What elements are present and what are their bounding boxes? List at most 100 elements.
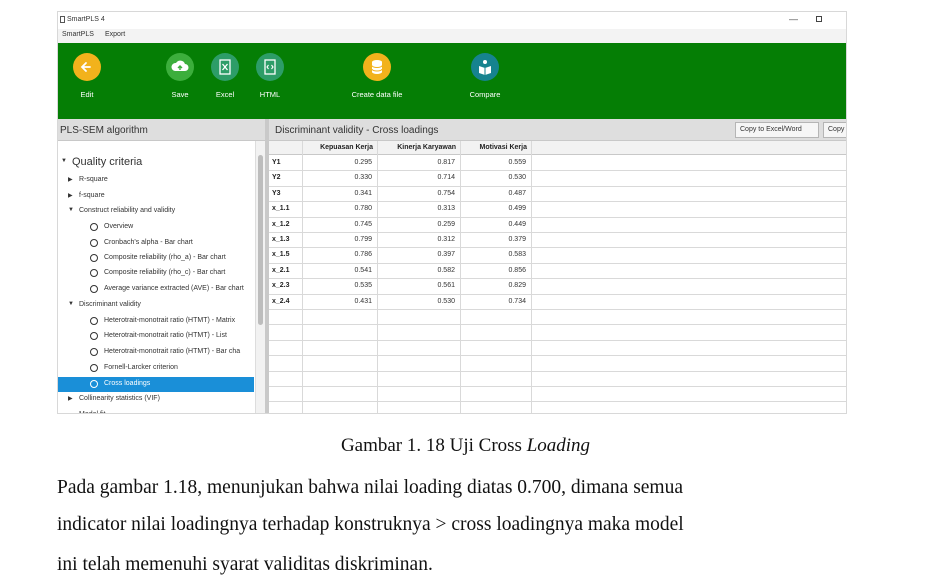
row-divider [269, 278, 846, 279]
tree-item[interactable]: ▶ f-square [58, 189, 254, 204]
table-cell[interactable]: 0.397 [395, 251, 455, 258]
tree-item[interactable]: ▶ R-square [58, 173, 254, 188]
table-cell[interactable]: 0.799 [312, 236, 372, 243]
row-header: x_2.3 [272, 282, 290, 289]
tree-item[interactable]: Heterotrait-monotrait ratio (HTMT) - Bar… [58, 345, 254, 360]
back-arrow-icon [73, 53, 101, 81]
tree-item[interactable]: Cronbach's alpha - Bar chart [58, 236, 254, 251]
collapse-arrow-icon[interactable]: ▶ [68, 192, 73, 199]
table-cell[interactable]: 0.449 [466, 221, 526, 228]
collapse-arrow-icon[interactable]: ▶ [68, 395, 73, 402]
table-cell[interactable]: 0.786 [312, 251, 372, 258]
table-cell[interactable]: 0.829 [466, 282, 526, 289]
table-cell[interactable]: 0.583 [466, 251, 526, 258]
minimize-button[interactable]: — [789, 14, 798, 24]
caption-text: Gambar 1. 18 Uji Cross [340, 435, 527, 456]
tree-item[interactable]: ▼ Quality criteria [58, 155, 254, 170]
row-divider [269, 309, 846, 310]
table-cell[interactable]: 0.780 [312, 205, 372, 212]
column-header[interactable]: Kepuasan Kerja [293, 144, 373, 151]
app-icon [60, 16, 65, 23]
table-cell[interactable]: 0.330 [312, 174, 372, 181]
table-cell[interactable]: 0.431 [312, 298, 372, 305]
radio-icon [90, 254, 98, 262]
tree-item[interactable]: Heterotrait-monotrait ratio (HTMT) - Mat… [58, 314, 254, 329]
table-cell[interactable]: 0.559 [466, 159, 526, 166]
table-cell[interactable]: 0.487 [466, 190, 526, 197]
compare-button[interactable]: Compare [459, 53, 511, 99]
collapse-arrow-icon[interactable]: ▶ [68, 176, 73, 183]
tree-item[interactable]: Composite reliability (rho_a) - Bar char… [58, 251, 254, 266]
column-header[interactable]: Motivasi Kerja [447, 144, 527, 151]
table-cell[interactable]: 0.856 [466, 267, 526, 274]
table-cell[interactable]: 0.341 [312, 190, 372, 197]
tree-item-label: Construct reliability and validity [79, 207, 176, 214]
table-cell[interactable]: 0.312 [395, 236, 455, 243]
tree-item[interactable]: Composite reliability (rho_c) - Bar char… [58, 266, 254, 281]
window-title: SmartPLS 4 [67, 16, 105, 23]
table-cell[interactable]: 0.582 [395, 267, 455, 274]
table-cell[interactable]: 0.561 [395, 282, 455, 289]
tree-item[interactable]: ▼ Discriminant validity [58, 298, 254, 313]
restore-button[interactable] [816, 16, 822, 22]
copy-to-button[interactable]: Copy to [823, 122, 846, 138]
menu-smartpls[interactable]: SmartPLS [62, 31, 94, 38]
row-divider [269, 263, 846, 264]
tree-item[interactable]: Overview [58, 220, 254, 235]
tree-item-label: f-square [79, 192, 105, 199]
table-cell[interactable]: 0.817 [395, 159, 455, 166]
table-cell[interactable]: 0.379 [466, 236, 526, 243]
left-panel-header: PLS-SEM algorithm [58, 119, 265, 141]
column-header[interactable]: Kinerja Karyawan [376, 144, 456, 151]
table-cell[interactable]: 0.259 [395, 221, 455, 228]
table-cell[interactable]: 0.499 [466, 205, 526, 212]
tree-item-label: Discriminant validity [79, 301, 141, 308]
row-divider [269, 355, 846, 356]
tree-item[interactable]: Cross loadings [58, 377, 254, 392]
table-cell[interactable]: 0.313 [395, 205, 455, 212]
table-cell[interactable]: 0.734 [466, 298, 526, 305]
caption-italic: Loading [526, 435, 591, 456]
table-cell[interactable]: 0.714 [395, 174, 455, 181]
radio-icon [90, 239, 98, 247]
row-divider [269, 401, 846, 402]
table-cell[interactable]: 0.745 [312, 221, 372, 228]
tree-item[interactable]: Average variance extracted (AVE) - Bar c… [58, 282, 254, 297]
expand-arrow-icon[interactable]: ▼ [68, 301, 74, 307]
scrollbar-thumb[interactable] [258, 155, 263, 325]
tree-item-label: Heterotrait-monotrait ratio (HTMT) - Mat… [104, 317, 236, 324]
tree-item-label: Cronbach's alpha - Bar chart [104, 239, 193, 246]
tree-item-label: Quality criteria [72, 156, 143, 168]
smartpls-screenshot: SmartPLS 4 — SmartPLS Export Edit Save E… [57, 11, 847, 414]
tree-item[interactable]: Heterotrait-monotrait ratio (HTMT) - Lis… [58, 329, 254, 344]
table-cell[interactable]: 0.541 [312, 267, 372, 274]
create-data-file-button[interactable]: Create data file [337, 53, 417, 99]
left-panel-title: PLS-SEM algorithm [60, 125, 148, 136]
table-cell[interactable]: 0.295 [312, 159, 372, 166]
row-divider [269, 324, 846, 325]
expand-arrow-icon[interactable]: ▼ [68, 207, 74, 213]
tree-item[interactable]: ▶ Collinearity statistics (VIF) [58, 392, 254, 407]
figure-caption: Gambar 1. 18 Uji Cross Loading [0, 435, 931, 457]
menu-export[interactable]: Export [105, 31, 125, 38]
table-cell[interactable]: 0.535 [312, 282, 372, 289]
row-header: x_1.3 [272, 236, 290, 243]
tree-scrollbar[interactable] [255, 141, 265, 413]
table-cell[interactable]: 0.754 [395, 190, 455, 197]
tree-item[interactable]: Fornell-Larcker criterion [58, 361, 254, 376]
radio-icon [90, 380, 98, 388]
table-cell[interactable]: 0.530 [466, 174, 526, 181]
expand-arrow-icon[interactable]: ▼ [61, 158, 67, 164]
tree-item[interactable]: ▼ Construct reliability and validity [58, 204, 254, 219]
tree-item[interactable]: Model fit [58, 408, 254, 413]
toolbar: Edit Save Excel HTML Create data file Co… [58, 43, 846, 119]
copy-to-excel-word-button[interactable]: Copy to Excel/Word [735, 122, 819, 138]
compare-label: Compare [469, 90, 501, 99]
table-cell[interactable]: 0.530 [395, 298, 455, 305]
cross-loadings-table: Kepuasan Kerja Kinerja Karyawan Motivasi K… [269, 141, 846, 413]
row-header: x_1.1 [272, 205, 290, 212]
edit-button[interactable]: Edit [61, 53, 113, 99]
html-button[interactable]: HTML [244, 53, 296, 99]
title-bar: SmartPLS 4 — [58, 12, 846, 29]
radio-icon [90, 317, 98, 325]
